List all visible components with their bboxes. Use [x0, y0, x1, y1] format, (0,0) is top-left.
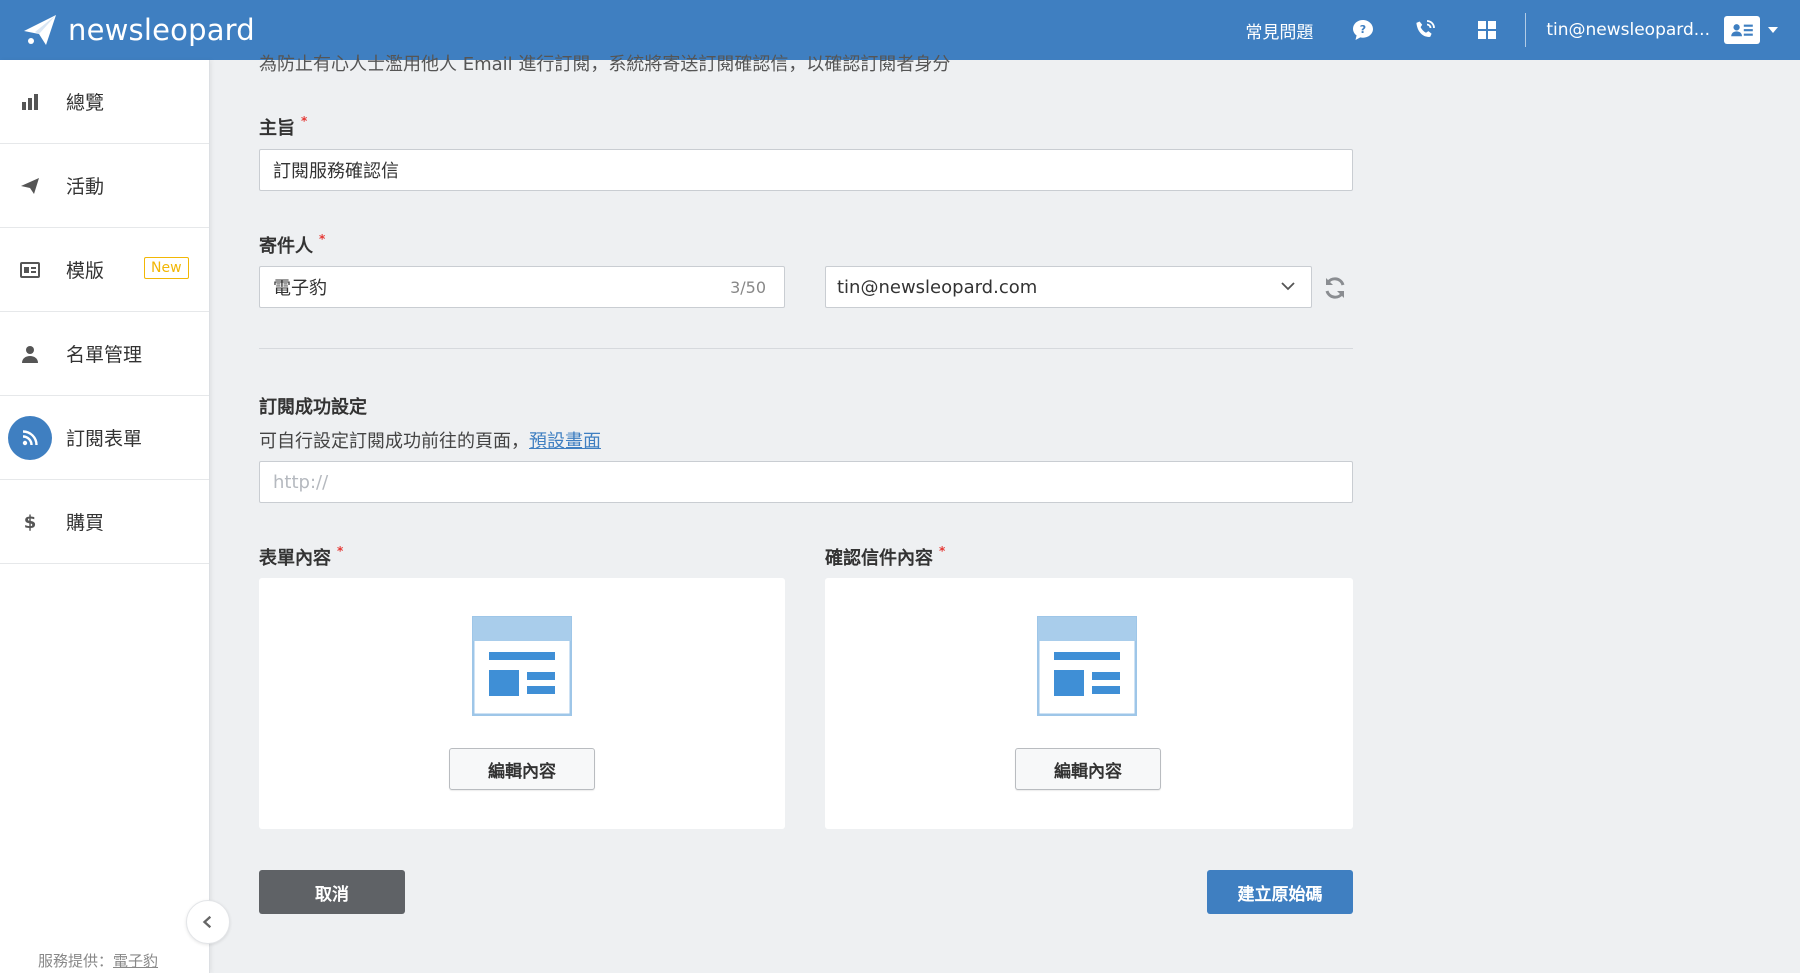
section-divider — [259, 348, 1353, 349]
subject-value: 訂閱服務確認信 — [273, 161, 399, 182]
sidebar-item-campaigns[interactable]: 活動 — [0, 144, 209, 228]
sender-email-value: tin@newsleopard.com — [837, 276, 1038, 298]
sidebar-item-templates[interactable]: 模版 New — [0, 228, 209, 312]
sender-label: 寄件人 * — [259, 232, 326, 257]
phone-icon[interactable] — [1411, 16, 1439, 44]
svg-text:$: $ — [24, 512, 37, 533]
confirm-content-label: 確認信件內容 * — [825, 544, 946, 569]
sidebar-item-overview[interactable]: 總覽 — [0, 60, 209, 144]
chevron-down-icon[interactable] — [1768, 27, 1778, 33]
layout-template-icon — [472, 616, 572, 716]
contact-card-icon[interactable] — [1724, 16, 1760, 44]
sidebar-item-subscription-forms[interactable]: 訂閱表單 — [0, 396, 209, 480]
new-badge: New — [144, 257, 189, 279]
divider — [1525, 13, 1527, 47]
sender-name-value: 電子豹 — [273, 278, 327, 299]
char-counter: 3/50 — [730, 277, 766, 297]
footer-link[interactable]: 電子豹 — [113, 952, 158, 970]
svg-text:?: ? — [1360, 23, 1366, 36]
edit-confirm-content-button[interactable]: 編輯內容 — [1015, 748, 1161, 790]
sidebar-item-label: 模版 — [66, 260, 105, 282]
chevron-left-icon — [202, 915, 212, 929]
brand-logo[interactable]: newsleopard — [22, 13, 255, 47]
success-setting-desc: 可自行設定訂閱成功前往的頁面，預設畫面 — [259, 431, 601, 452]
refresh-icon[interactable] — [1322, 275, 1348, 301]
subject-label: 主旨 * — [259, 114, 308, 139]
sidebar-item-label: 總覽 — [66, 92, 105, 114]
url-placeholder: http:// — [273, 471, 329, 493]
success-url-input[interactable]: http:// — [259, 461, 1353, 503]
success-setting-label: 訂閱成功設定 — [259, 397, 367, 418]
confirm-content-card: 編輯內容 — [825, 578, 1353, 829]
edit-form-content-button[interactable]: 編輯內容 — [449, 748, 595, 790]
intro-text: 為防止有心人士濫用他人 Email 進行訂閱，系統將寄送訂閱確認信，以確認訂閱者… — [259, 54, 951, 75]
sidebar-item-label: 名單管理 — [66, 344, 143, 366]
layout-template-icon — [1037, 616, 1137, 716]
chat-icon[interactable]: ? — [1349, 16, 1377, 44]
collapse-sidebar-button[interactable] — [186, 900, 230, 944]
apps-grid-icon[interactable] — [1473, 16, 1501, 44]
paper-plane-icon — [8, 164, 52, 208]
sidebar-item-label: 購買 — [66, 512, 105, 534]
bar-chart-icon — [8, 80, 52, 124]
form-content-label: 表單內容 * — [259, 544, 344, 569]
sidebar-item-label: 活動 — [66, 176, 105, 198]
sidebar-item-label: 訂閱表單 — [66, 428, 143, 450]
sender-name-input[interactable]: 電子豹 3/50 — [259, 266, 785, 308]
rss-icon — [8, 415, 52, 460]
sidebar-item-purchase[interactable]: $ 購買 — [0, 480, 209, 564]
template-icon — [8, 248, 52, 292]
create-source-code-button[interactable]: 建立原始碼 — [1207, 870, 1353, 914]
footer-prefix: 服務提供： — [38, 952, 114, 970]
sender-email-select[interactable]: tin@newsleopard.com — [825, 266, 1312, 308]
footer-credit: 服務提供：電子豹 — [38, 950, 158, 971]
faq-link[interactable]: 常見問題 — [1245, 18, 1313, 43]
paper-plane-logo-icon — [24, 15, 56, 45]
sidebar: 總覽 活動 模版 New 名單管理 訂閱表單 $ 購買 — [0, 60, 210, 973]
dollar-icon: $ — [8, 500, 52, 544]
brand-name: newsleopard — [68, 13, 255, 47]
sidebar-item-contacts[interactable]: 名單管理 — [0, 312, 209, 396]
default-page-link[interactable]: 預設畫面 — [529, 431, 601, 452]
cancel-button[interactable]: 取消 — [259, 870, 405, 914]
form-content-card: 編輯內容 — [259, 578, 785, 829]
user-email[interactable]: tin@newsleopard... — [1546, 20, 1710, 40]
user-icon — [8, 332, 52, 376]
subject-input[interactable]: 訂閱服務確認信 — [259, 149, 1353, 191]
chevron-down-icon — [1281, 282, 1295, 291]
